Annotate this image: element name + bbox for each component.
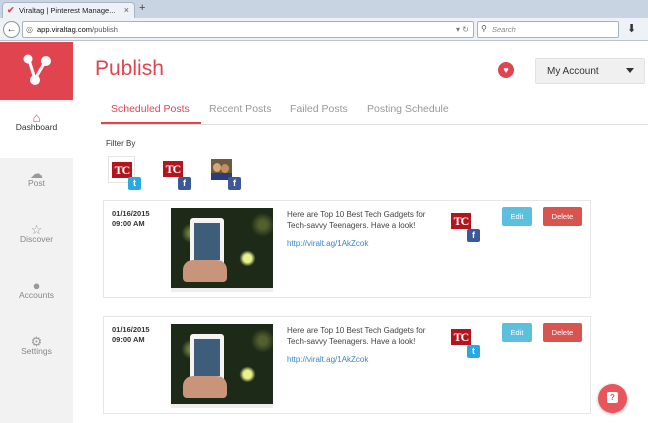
user-icon: ● (32, 278, 41, 293)
post-text: Here are Top 10 Best Tech Gadgets for Te… (287, 326, 426, 346)
browser-nav-bar: ← ◎ app.viraltag.com/publish ▾ ↻ ⚲ Searc… (0, 18, 648, 41)
scheduled-post-card: 01/16/2015 09:00 AM Here are Top 10 Best… (103, 200, 591, 298)
sidebar-item-discover[interactable]: ☆ Discover (0, 214, 73, 270)
techcrunch-logo: TC (112, 162, 132, 178)
sidebar-item-post[interactable]: ☁ Post (0, 158, 73, 214)
edit-button[interactable]: Edit (502, 323, 532, 342)
url-domain: app.viraltag.com (37, 25, 93, 34)
tab-failed-posts[interactable]: Failed Posts (290, 103, 348, 115)
tab-posting-schedule[interactable]: Posting Schedule (367, 103, 449, 115)
sidebar: ⌂ Dashboard ☁ Post ☆ Discover ● Accounts… (0, 42, 73, 423)
post-link[interactable]: http://viralt.ag/1AkZcok (287, 239, 368, 248)
browser-tab-title: Viraltag | Pinterest Manage... (19, 6, 116, 15)
post-link[interactable]: http://viralt.ag/1AkZcok (287, 355, 368, 364)
post-time: 09:00 AM (112, 335, 145, 344)
post-account: TC f (448, 208, 480, 242)
cloud-upload-icon: ☁ (30, 166, 43, 181)
home-icon: ⌂ (32, 110, 41, 125)
my-account-dropdown[interactable]: My Account (535, 58, 645, 84)
sidebar-item-label: Settings (21, 346, 52, 356)
search-input[interactable]: ⚲ Search (477, 21, 619, 38)
twitter-icon: t (128, 177, 141, 190)
heart-icon[interactable]: ♥ (498, 62, 514, 78)
facebook-icon: f (467, 229, 480, 242)
download-icon[interactable]: ⬇ (627, 22, 636, 35)
my-account-label: My Account (547, 66, 599, 77)
page-title: Publish (95, 57, 164, 80)
globe-icon: ◎ (26, 25, 33, 34)
facebook-icon: f (228, 177, 241, 190)
browser-tab-bar: ✔ Viraltag | Pinterest Manage... × + (0, 0, 648, 18)
post-account: TC t (448, 324, 480, 358)
tab-recent-posts[interactable]: Recent Posts (209, 103, 271, 115)
filter-account-facebook-person[interactable]: f (208, 156, 241, 190)
post-date: 01/16/2015 (112, 325, 150, 334)
sidebar-item-label: Post (27, 178, 45, 188)
edit-button[interactable]: Edit (502, 207, 532, 226)
browser-tab[interactable]: ✔ Viraltag | Pinterest Manage... × (2, 2, 135, 18)
post-text: Here are Top 10 Best Tech Gadgets for Te… (287, 210, 426, 230)
post-datetime: 01/16/2015 09:00 AM (112, 325, 150, 345)
sidebar-item-dashboard[interactable]: ⌂ Dashboard (0, 102, 73, 158)
sidebar-item-settings[interactable]: ⚙ Settings (0, 326, 73, 382)
filter-account-twitter[interactable]: TC t (108, 156, 141, 190)
viraltag-favicon-icon: ✔ (7, 5, 15, 15)
back-button[interactable]: ← (3, 21, 20, 38)
facebook-icon: f (178, 177, 191, 190)
scheduled-post-card: 01/16/2015 09:00 AM Here are Top 10 Best… (103, 316, 591, 414)
filter-account-facebook[interactable]: TC f (160, 156, 193, 190)
sidebar-item-label: Discover (19, 234, 54, 244)
help-chat-button[interactable]: ? (598, 384, 627, 413)
active-tab-underline (101, 122, 201, 124)
help-icon: ? (607, 392, 618, 403)
sidebar-item-accounts[interactable]: ● Accounts (0, 270, 73, 326)
post-image[interactable] (171, 208, 273, 292)
post-image[interactable] (171, 324, 273, 408)
close-tab-icon[interactable]: × (124, 5, 129, 15)
publish-tabs: Scheduled Posts Recent Posts Failed Post… (101, 98, 648, 125)
post-datetime: 01/16/2015 09:00 AM (112, 209, 150, 229)
reload-icon[interactable]: ▾ ↻ (456, 25, 469, 34)
address-bar[interactable]: ◎ app.viraltag.com/publish ▾ ↻ (22, 21, 474, 38)
twitter-icon: t (467, 345, 480, 358)
search-icon: ⚲ (481, 24, 487, 33)
new-tab-button[interactable]: + (139, 3, 145, 14)
post-date: 01/16/2015 (112, 209, 150, 218)
techcrunch-logo: TC (163, 161, 183, 177)
search-placeholder: Search (492, 25, 516, 34)
delete-button[interactable]: Delete (543, 207, 582, 226)
caret-down-icon (626, 68, 634, 73)
delete-button[interactable]: Delete (543, 323, 582, 342)
gear-icon: ⚙ (30, 334, 43, 349)
post-time: 09:00 AM (112, 219, 145, 228)
tab-scheduled-posts[interactable]: Scheduled Posts (111, 103, 190, 115)
techcrunch-logo: TC (451, 329, 471, 345)
star-icon: ☆ (30, 222, 43, 237)
filter-label: Filter By (106, 139, 136, 148)
viraltag-logo[interactable] (0, 42, 73, 100)
url-path: /publish (92, 25, 118, 34)
sidebar-item-label: Accounts (19, 290, 54, 300)
sidebar-item-label: Dashboard (15, 122, 58, 132)
viraltag-logo-icon (23, 54, 51, 85)
techcrunch-logo: TC (451, 213, 471, 229)
